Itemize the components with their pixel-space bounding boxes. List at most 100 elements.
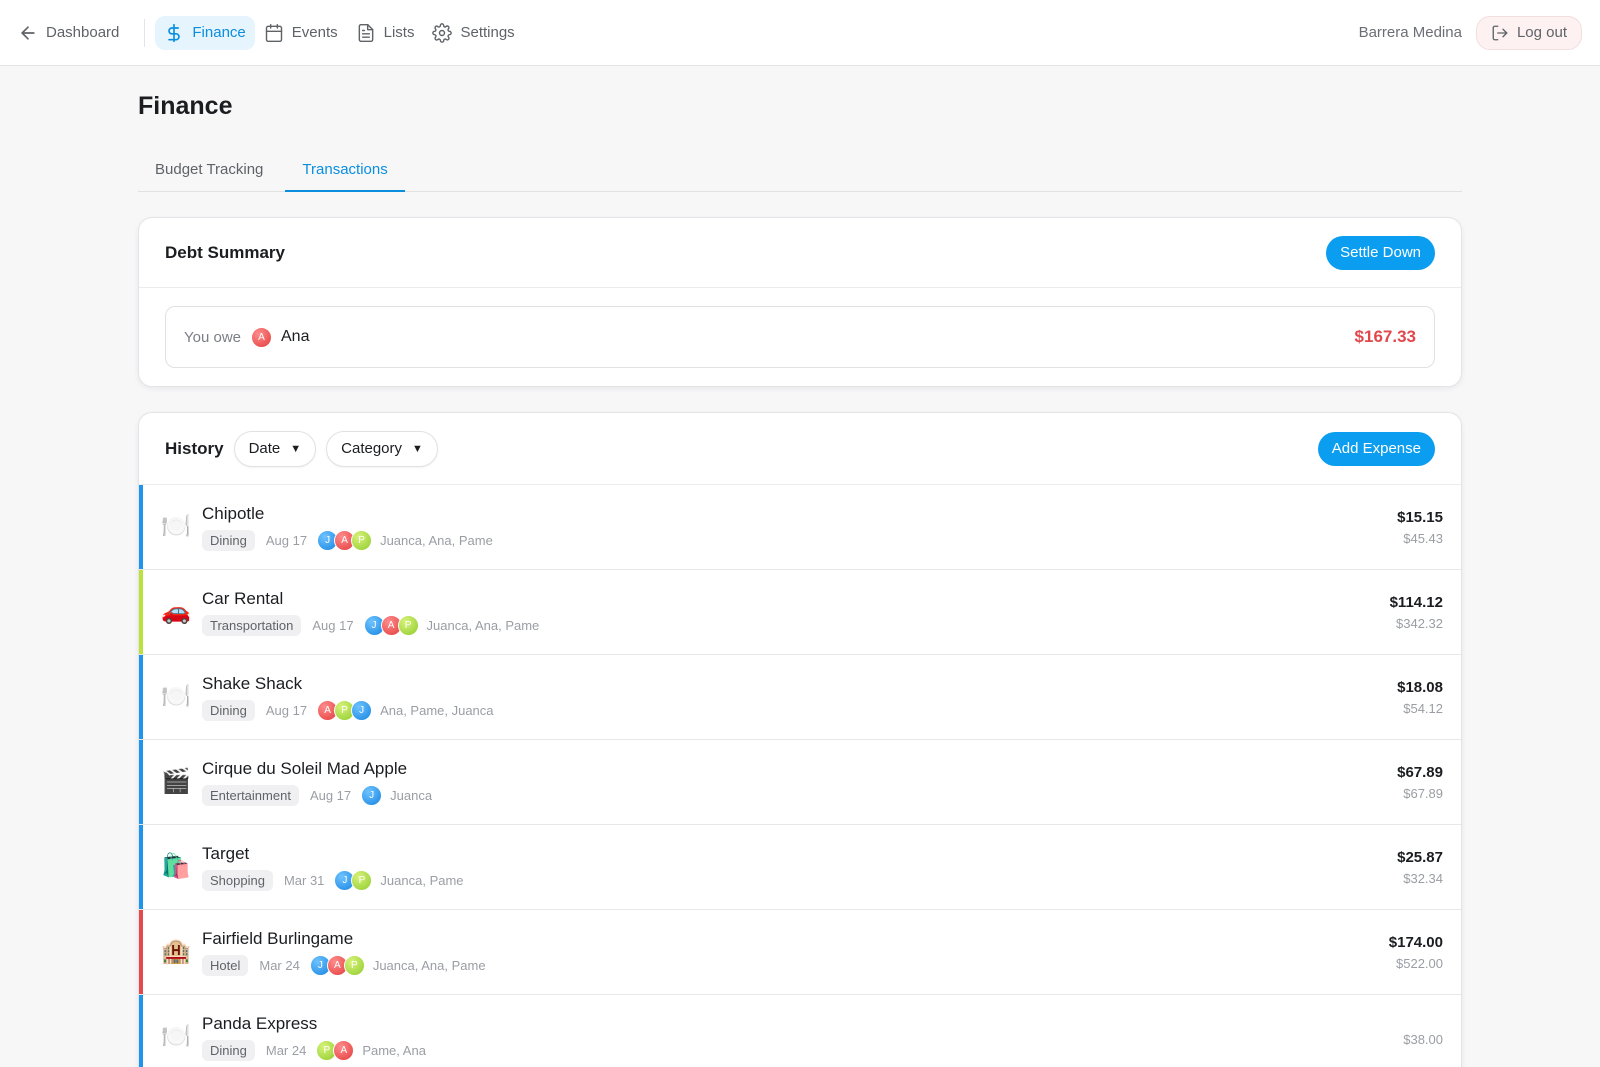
transaction-amounts: $38.00 — [1403, 1027, 1443, 1047]
history-header: History Date ▼ Category ▼ Add Expense — [139, 413, 1461, 485]
date-filter-label: Date — [248, 440, 281, 457]
participant-names: Juanca, Ana, Pame — [426, 617, 540, 633]
debt-summary-header: Debt Summary Settle Down — [139, 218, 1461, 288]
transaction-row[interactable]: 🏨 Fairfield Burlingame Hotel Mar 24 J A … — [139, 910, 1461, 995]
logout-label: Log out — [1516, 24, 1567, 41]
participant-names: Ana, Pame, Juanca — [380, 702, 494, 718]
gear-icon — [432, 22, 453, 43]
nav-item-lists[interactable]: Lists — [347, 16, 424, 50]
transaction-amounts: $114.12 $342.32 — [1390, 594, 1443, 631]
nav-item-finance[interactable]: Finance — [155, 15, 255, 50]
participant-avatars: J P — [334, 869, 373, 891]
fork-knife-plate-icon: 🍽️ — [161, 683, 191, 710]
category-badge: Transportation — [202, 614, 302, 636]
transaction-date: Mar 24 — [259, 957, 300, 973]
total-amount: $38.00 — [1403, 1032, 1443, 1047]
category-badge: Dining — [202, 699, 255, 721]
share-amount: $18.08 — [1397, 678, 1443, 696]
tab-transactions[interactable]: Transactions — [285, 150, 405, 192]
total-amount: $342.32 — [1396, 615, 1443, 631]
fork-knife-plate-icon: 🍽️ — [161, 513, 191, 540]
category-color-bar — [139, 740, 143, 824]
avatar: P — [351, 869, 373, 891]
owe-label: You owe — [184, 328, 241, 346]
back-to-dashboard-link[interactable]: Dashboard — [18, 16, 128, 50]
calendar-icon — [265, 23, 282, 42]
car-icon: 🚗 — [161, 598, 191, 625]
transaction-row[interactable]: 🍽️ Panda Express Dining Mar 24 P A Pame,… — [139, 995, 1461, 1067]
back-label: Dashboard — [46, 24, 120, 41]
transaction-details: Shake Shack Dining Aug 17 A P J Ana, Pam… — [202, 674, 494, 721]
category-color-bar — [139, 995, 143, 1067]
share-amount: $67.89 — [1397, 763, 1443, 781]
logout-icon — [1492, 25, 1508, 40]
debt-item: You owe A Ana $167.33 — [165, 306, 1435, 368]
date-filter-select[interactable]: Date ▼ — [233, 430, 317, 467]
transaction-date: Mar 31 — [283, 872, 325, 888]
transaction-row[interactable]: 🛍️ Target Shopping Mar 31 J P Juanca, Pa… — [139, 825, 1461, 910]
transaction-details: Cirque du Soleil Mad Apple Entertainment… — [202, 759, 432, 806]
participant-avatars: J A P — [317, 529, 373, 551]
add-expense-button[interactable]: Add Expense — [1317, 431, 1435, 466]
clapper-board-icon: 🎬 — [161, 768, 191, 795]
nav-item-label: Finance — [192, 24, 246, 41]
transaction-date: Aug 17 — [265, 702, 308, 718]
participant-names: Pame, Ana — [362, 1042, 426, 1058]
total-amount: $45.43 — [1403, 530, 1443, 546]
transaction-row[interactable]: 🍽️ Shake Shack Dining Aug 17 A P J Ana, … — [139, 655, 1461, 740]
participant-avatars: A P J — [317, 699, 373, 721]
hotel-icon: 🏨 — [161, 938, 191, 965]
transaction-details: Panda Express Dining Mar 24 P A Pame, An… — [202, 1014, 426, 1061]
transaction-row[interactable]: 🍽️ Chipotle Dining Aug 17 J A P Juanca, … — [139, 485, 1461, 570]
category-badge: Dining — [202, 1039, 255, 1061]
transaction-date: Mar 24 — [265, 1042, 307, 1058]
shopping-bags-icon: 🛍️ — [161, 853, 191, 880]
category-filter-select[interactable]: Category ▼ — [326, 430, 438, 467]
participant-avatars: J A P — [363, 614, 419, 636]
total-amount: $522.00 — [1396, 955, 1443, 971]
document-icon — [358, 23, 373, 42]
nav-item-events[interactable]: Events — [255, 16, 347, 50]
history-card: History Date ▼ Category ▼ Add Expense 🍽️… — [138, 412, 1462, 1067]
category-color-bar — [139, 570, 143, 654]
participant-names: Juanca, Ana, Pame — [372, 957, 486, 973]
dollar-icon — [168, 23, 181, 42]
category-color-bar — [139, 485, 143, 569]
transaction-row[interactable]: 🚗 Car Rental Transportation Aug 17 J A P… — [139, 570, 1461, 655]
tab-budget-tracking[interactable]: Budget Tracking — [138, 150, 280, 192]
top-nav: Dashboard Finance Events Lists Settings … — [0, 0, 1600, 66]
transaction-meta: Entertainment Aug 17 J Juanca — [202, 784, 433, 806]
nav-item-settings[interactable]: Settings — [423, 16, 523, 50]
logout-button[interactable]: Log out — [1475, 15, 1582, 50]
transaction-amounts: $15.15 $45.43 — [1397, 509, 1443, 546]
category-badge: Shopping — [202, 869, 273, 891]
transaction-amounts: $174.00 $522.00 — [1389, 934, 1443, 971]
page-tabs: Budget Tracking Transactions — [138, 150, 1462, 192]
transaction-name: Fairfield Burlingame — [202, 928, 354, 948]
transaction-name: Panda Express — [202, 1013, 318, 1033]
transaction-amounts: $18.08 $54.12 — [1397, 679, 1443, 716]
share-amount: $114.12 — [1389, 593, 1443, 611]
caret-down-icon: ▼ — [412, 442, 423, 455]
settle-down-button[interactable]: Settle Down — [1326, 235, 1435, 270]
transaction-name: Target — [202, 843, 250, 863]
category-color-bar — [139, 910, 143, 994]
transaction-meta: Transportation Aug 17 J A P Juanca, Ana,… — [202, 614, 540, 636]
history-title: History — [165, 438, 224, 458]
participant-avatars: P A — [316, 1039, 355, 1061]
transaction-meta: Shopping Mar 31 J P Juanca, Pame — [202, 869, 464, 891]
transaction-amounts: $67.89 $67.89 — [1397, 764, 1443, 801]
transaction-row[interactable]: 🎬 Cirque du Soleil Mad Apple Entertainme… — [139, 740, 1461, 825]
transaction-amounts: $25.87 $32.34 — [1397, 849, 1443, 886]
arrow-left-icon — [21, 25, 35, 40]
category-badge: Hotel — [202, 954, 249, 976]
transaction-details: Car Rental Transportation Aug 17 J A P J… — [202, 589, 539, 636]
transaction-name: Cirque du Soleil Mad Apple — [202, 758, 408, 778]
participant-names: Juanca — [390, 787, 433, 803]
debt-summary-card: Debt Summary Settle Down You owe A Ana $… — [138, 217, 1462, 387]
caret-down-icon: ▼ — [290, 442, 302, 455]
transaction-name: Shake Shack — [202, 673, 303, 693]
avatar: P — [397, 614, 419, 636]
participant-names: Juanca, Ana, Pame — [380, 532, 493, 548]
category-color-bar — [139, 825, 143, 909]
